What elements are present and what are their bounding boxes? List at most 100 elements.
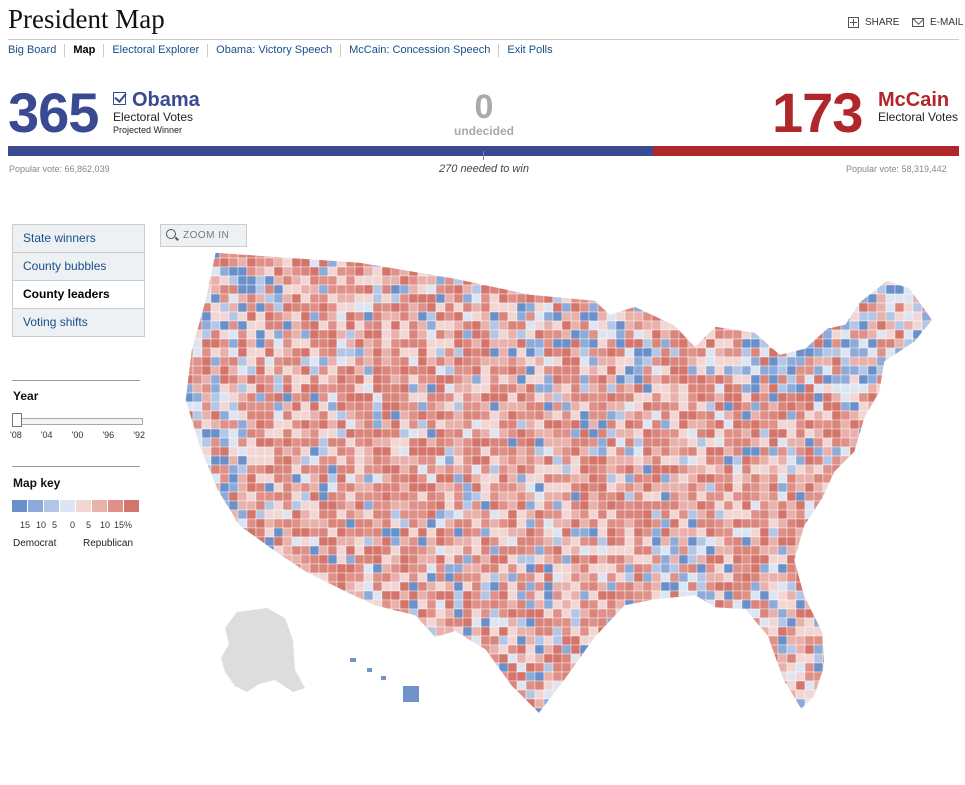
county-cell [687, 581, 698, 592]
county-cell [885, 293, 896, 304]
county-cell [309, 635, 320, 646]
county-cell [786, 428, 797, 439]
county-map[interactable] [155, 240, 945, 720]
county-cell [849, 428, 860, 439]
county-cell [309, 284, 320, 295]
county-cell [597, 383, 608, 394]
county-cell [858, 347, 869, 358]
nav-map[interactable]: Map [64, 44, 103, 57]
county-cell [291, 275, 302, 286]
county-cell [300, 707, 311, 714]
county-cell [390, 284, 401, 295]
county-cell [237, 356, 248, 367]
county-cell [679, 240, 688, 249]
year-slider-handle[interactable] [12, 413, 22, 427]
nav-electoral-explorer[interactable]: Electoral Explorer [103, 44, 207, 57]
county-cell [804, 302, 815, 313]
county-cell [264, 356, 275, 367]
county-cell [346, 717, 355, 720]
county-cell [849, 653, 860, 664]
nav-exit-polls[interactable]: Exit Polls [498, 44, 560, 57]
county-cell [489, 252, 500, 259]
view-county-bubbles[interactable]: County bubbles [13, 253, 144, 281]
county-cell [210, 500, 221, 511]
county-cell [849, 536, 860, 547]
county-cell [804, 257, 815, 268]
county-cell [804, 536, 815, 547]
county-cell [426, 437, 437, 448]
county-cell [867, 437, 878, 448]
county-cell [822, 509, 833, 520]
county-cell [876, 653, 887, 664]
nav-mccain-concession-speech[interactable]: McCain: Concession Speech [340, 44, 498, 57]
county-cell [282, 473, 293, 484]
county-cell [498, 644, 509, 655]
county-cell [670, 717, 679, 720]
county-cell [696, 311, 707, 322]
county-cell [903, 653, 914, 664]
county-cell [696, 356, 707, 367]
county-cell [858, 437, 869, 448]
county-cell [444, 410, 455, 421]
county-cell [372, 689, 383, 700]
county-cell [840, 689, 851, 700]
county-cell [885, 320, 896, 331]
county-cell [444, 419, 455, 430]
county-cell [435, 689, 446, 700]
county-cell [534, 410, 545, 421]
view-state-winners[interactable]: State winners [13, 225, 144, 253]
view-county-leaders[interactable]: County leaders [13, 281, 144, 309]
county-cell [255, 365, 266, 376]
county-cell [255, 464, 266, 475]
county-cell [660, 275, 671, 286]
county-cell [813, 347, 824, 358]
county-cell [480, 356, 491, 367]
county-cell [877, 240, 886, 249]
county-cell [435, 536, 446, 547]
county-cell [669, 311, 680, 322]
county-cell [624, 671, 635, 682]
nav-obama-victory-speech[interactable]: Obama: Victory Speech [207, 44, 340, 57]
county-cell [381, 707, 392, 714]
county-cell [597, 252, 608, 259]
county-cell [399, 563, 410, 574]
county-cell [660, 653, 671, 664]
county-cell [354, 599, 365, 610]
county-cell [336, 356, 347, 367]
county-cell [435, 293, 446, 304]
county-cell [768, 446, 779, 457]
county-cell [453, 608, 464, 619]
county-cell [363, 500, 374, 511]
share-button[interactable]: SHARE [848, 17, 899, 28]
county-cell [291, 581, 302, 592]
county-cell [678, 545, 689, 556]
county-cell [255, 356, 266, 367]
county-cell [714, 698, 725, 709]
county-cell [930, 338, 933, 349]
county-cell [795, 617, 806, 628]
county-cell [660, 473, 671, 484]
republican-label: Republican [83, 538, 134, 549]
county-cell [642, 257, 653, 268]
county-cell [185, 252, 194, 259]
county-cell [633, 392, 644, 403]
county-cell [192, 293, 203, 304]
county-cell [885, 599, 896, 610]
county-cell [759, 437, 770, 448]
year-slider[interactable] [13, 418, 143, 425]
county-cell [210, 608, 221, 619]
county-cell [480, 311, 491, 322]
county-cell [363, 680, 374, 691]
county-cell [669, 707, 680, 714]
county-cell [185, 608, 194, 619]
view-voting-shifts[interactable]: Voting shifts [13, 309, 144, 336]
county-cell [543, 572, 554, 583]
county-cell [300, 473, 311, 484]
county-cell [462, 284, 473, 295]
county-cell [831, 275, 842, 286]
county-cell [282, 338, 293, 349]
email-button[interactable]: E-MAIL [912, 17, 963, 28]
county-cell [849, 473, 860, 484]
nav-big-board[interactable]: Big Board [8, 44, 64, 57]
county-cell [642, 563, 653, 574]
